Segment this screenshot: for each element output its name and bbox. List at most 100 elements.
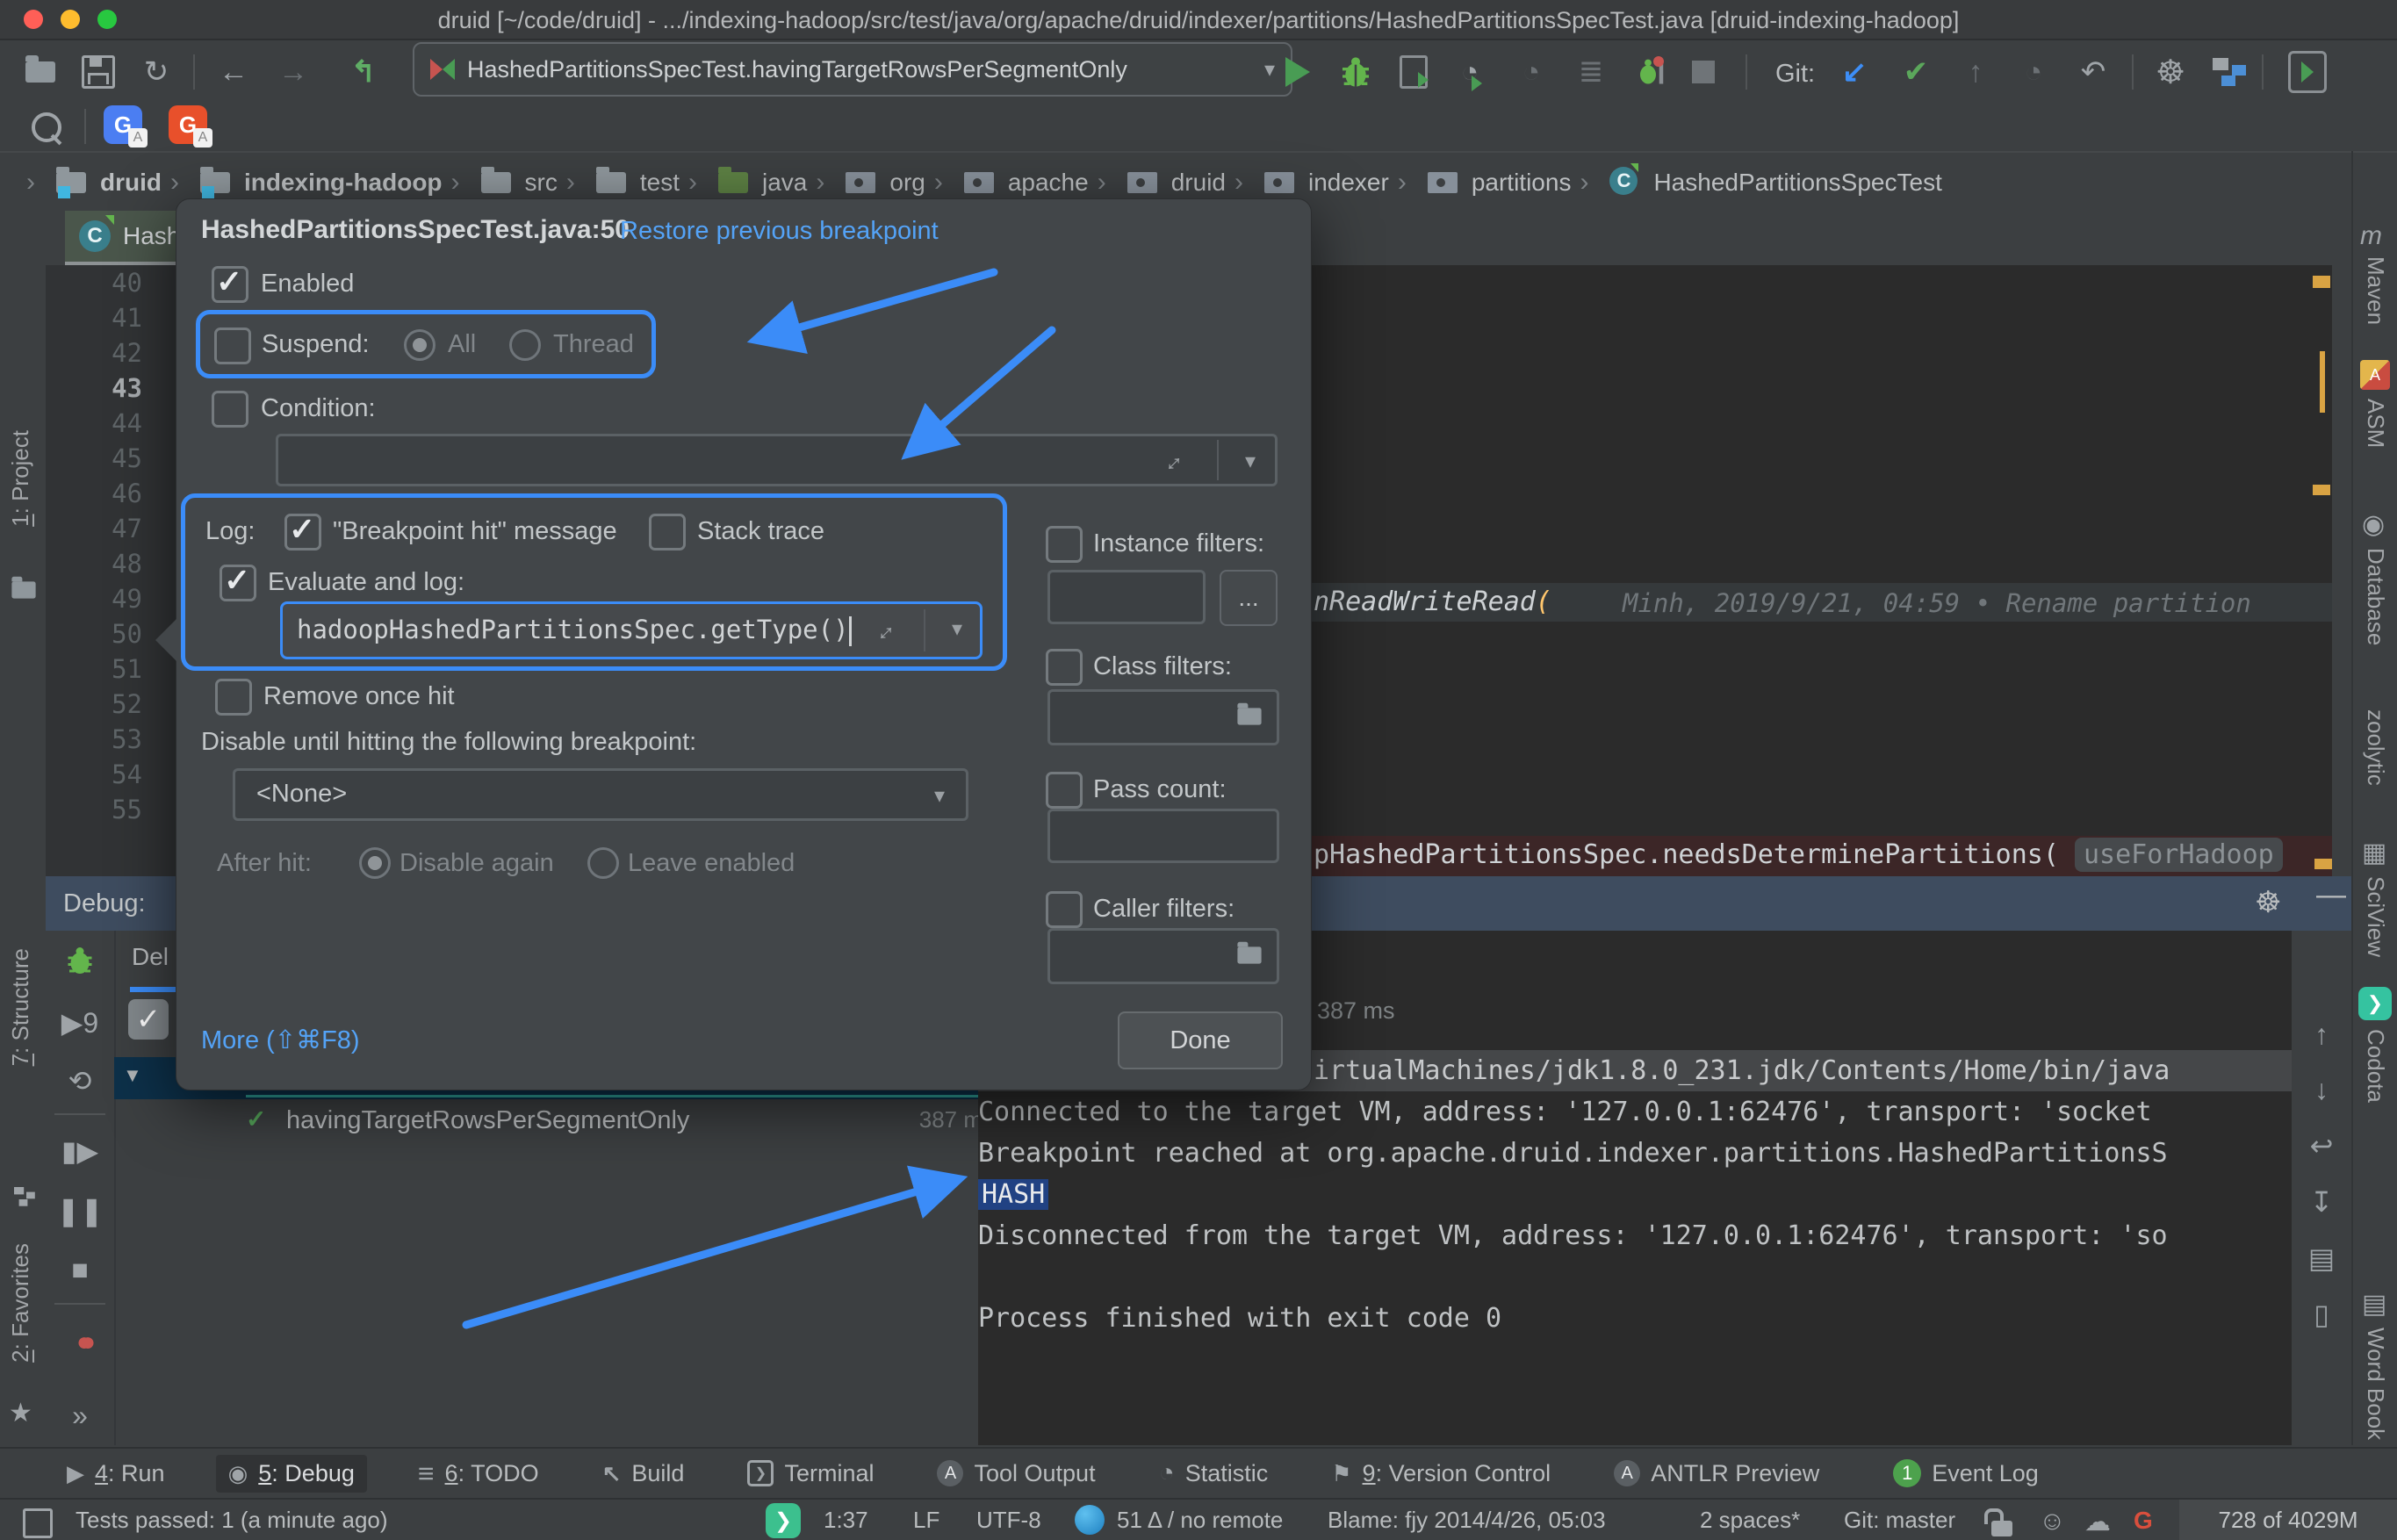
history-icon[interactable]: ◔ xyxy=(2014,53,2053,91)
sidebar-item-database[interactable]: Database xyxy=(2362,548,2389,650)
sidebar-item-asm[interactable]: ASM xyxy=(2362,399,2389,452)
terminal-window-icon[interactable] xyxy=(2288,53,2327,91)
open-icon[interactable] xyxy=(21,53,60,91)
save-icon[interactable] xyxy=(79,53,118,91)
folder-icon[interactable] xyxy=(1234,706,1264,731)
sidebar-item-structure[interactable]: 7: Structure xyxy=(7,948,34,1070)
line-number[interactable]: 42 xyxy=(46,335,142,371)
stop-button[interactable] xyxy=(1684,53,1723,91)
toolwindow-button[interactable]: 5: Debug xyxy=(216,1455,367,1493)
step-over-icon[interactable]: ▮▶ xyxy=(46,1134,114,1168)
line-number[interactable]: 43 xyxy=(46,371,142,406)
globe-icon[interactable] xyxy=(1075,1505,1105,1535)
class-filters-input[interactable] xyxy=(1047,689,1279,745)
breadcrumb-item[interactable]: org xyxy=(816,168,925,198)
sidebar-item-codota[interactable]: Codota xyxy=(2362,1029,2389,1107)
forward-icon[interactable]: → xyxy=(274,53,313,91)
soft-wrap-icon[interactable]: ↩ xyxy=(2310,1129,2334,1162)
line-number[interactable]: 55 xyxy=(46,792,142,827)
log-expression-input[interactable]: hadoopHashedPartitionsSpec.getType() ↔ ▾ xyxy=(280,601,983,659)
line-number[interactable]: 45 xyxy=(46,441,142,476)
status-message[interactable]: Tests passed: 1 (a minute ago) xyxy=(76,1507,388,1534)
run-with-coverage-button[interactable] xyxy=(1394,53,1433,91)
caret-position[interactable]: 1:37 xyxy=(824,1507,868,1534)
line-number[interactable]: 50 xyxy=(46,616,142,651)
class-filters-checkbox[interactable] xyxy=(1046,649,1083,686)
more-actions-icon[interactable]: » xyxy=(46,1400,114,1432)
resume-program-icon[interactable]: ▶9 xyxy=(46,1006,114,1040)
line-number[interactable]: 53 xyxy=(46,722,142,757)
line-number[interactable]: 52 xyxy=(46,687,142,722)
gear-icon[interactable]: ☸ xyxy=(2255,885,2281,920)
line-number[interactable]: 51 xyxy=(46,651,142,687)
toolwindow-toggle-icon[interactable] xyxy=(23,1508,53,1538)
remove-once-hit-checkbox[interactable] xyxy=(215,679,252,716)
expand-icon[interactable]: ↔ xyxy=(865,612,902,649)
expand-icon[interactable]: ↔ xyxy=(1153,443,1190,479)
line-number[interactable]: 44 xyxy=(46,406,142,441)
vcs-changes[interactable]: 51 Δ / no remote xyxy=(1117,1507,1283,1534)
translate-orange-icon[interactable]: G xyxy=(169,105,207,144)
more-link[interactable]: More (⇧⌘F8) xyxy=(201,1025,360,1055)
line-number[interactable]: 49 xyxy=(46,581,142,616)
git-blame-status[interactable]: Blame: fjy 2014/4/26, 05:03 xyxy=(1328,1507,1606,1534)
stack-trace-checkbox[interactable] xyxy=(649,514,686,551)
breadcrumb-item[interactable]: src xyxy=(451,168,558,198)
breadcrumb-item[interactable]: indexing-hadoop xyxy=(170,168,443,198)
breadcrumb-item[interactable]: apache xyxy=(934,168,1089,198)
condition-input[interactable]: ↔ ▾ xyxy=(276,434,1278,486)
show-passed-toggle[interactable]: ✓ xyxy=(128,999,169,1040)
debug-console[interactable]: irtualMachines/jdk1.8.0_231.jdk/Contents… xyxy=(978,1050,2292,1445)
clear-console-icon[interactable]: ▯ xyxy=(2314,1298,2329,1331)
sidebar-item-sciview[interactable]: SciView xyxy=(2362,876,2389,961)
indent-setting[interactable]: 2 spaces* xyxy=(1700,1507,1800,1534)
toolwindow-button[interactable]: 4: Run xyxy=(54,1455,177,1493)
suspend-all-radio[interactable] xyxy=(404,329,435,361)
git-branch[interactable]: Git: master xyxy=(1844,1507,1955,1534)
search-icon[interactable] xyxy=(32,112,61,142)
restore-breakpoint-link[interactable]: Restore previous breakpoint xyxy=(620,217,939,246)
evaluate-and-log-checkbox[interactable] xyxy=(220,565,256,601)
translate-blue-icon[interactable]: G xyxy=(104,105,142,144)
run-configuration-select[interactable]: HashedPartitionsSpecTest.havingTargetRow… xyxy=(413,42,1292,97)
line-number[interactable]: 41 xyxy=(46,300,142,335)
git-push-icon[interactable]: ↑ xyxy=(1956,53,1995,91)
rerun-failed-tests-icon[interactable]: ⟲ xyxy=(46,1064,114,1097)
git-update-icon[interactable]: ↙ xyxy=(1835,53,1874,91)
scroll-up-icon[interactable]: ↑ xyxy=(2314,1018,2329,1051)
done-button[interactable]: Done xyxy=(1118,1011,1283,1069)
toolwindow-button[interactable]: 6: TODO xyxy=(406,1452,551,1495)
suspend-checkbox[interactable] xyxy=(214,327,251,364)
lock-icon[interactable] xyxy=(1991,1510,2012,1537)
toolwindow-button[interactable]: Terminal xyxy=(735,1455,886,1493)
plugin-terminal-icon[interactable]: ❯ xyxy=(766,1503,801,1538)
breadcrumb-item[interactable]: druid xyxy=(26,168,162,198)
sidebar-item-maven[interactable]: Maven xyxy=(2362,256,2389,329)
print-icon[interactable]: ▤ xyxy=(2308,1241,2335,1275)
line-separator[interactable]: LF xyxy=(913,1507,939,1534)
line-number[interactable]: 54 xyxy=(46,757,142,792)
toolwindow-button[interactable]: ANTLR Preview xyxy=(1602,1455,1832,1493)
toolwindow-button[interactable]: Tool Output xyxy=(925,1455,1107,1493)
pass-count-checkbox[interactable] xyxy=(1046,772,1083,809)
file-encoding[interactable]: UTF-8 xyxy=(976,1507,1041,1534)
pass-count-input[interactable] xyxy=(1047,809,1279,863)
hide-panel-icon[interactable]: — xyxy=(2316,878,2346,912)
expand-arrow-icon[interactable]: ▼ xyxy=(123,1064,142,1087)
debug-button[interactable] xyxy=(1336,53,1375,91)
google-icon[interactable]: G xyxy=(2134,1507,2153,1535)
breadcrumb-item[interactable]: HashedPartitionsSpecTest xyxy=(1580,168,1941,198)
pause-icon[interactable]: ❚❚ xyxy=(46,1194,114,1227)
instance-filters-browse-button[interactable]: ... xyxy=(1220,570,1278,626)
scroll-to-end-icon[interactable]: ↧ xyxy=(2310,1185,2334,1219)
highlighting-level-icon[interactable]: ☺ xyxy=(2039,1507,2066,1536)
test-tree-row[interactable]: ✓ havingTargetRowsPerSegmentOnly 387 ms xyxy=(114,1099,1024,1141)
sidebar-item-project[interactable]: 1: Project xyxy=(7,430,34,531)
toolwindow-button[interactable]: 1 Event Log xyxy=(1870,1454,2051,1493)
condition-checkbox[interactable] xyxy=(212,391,248,428)
disable-again-radio[interactable] xyxy=(359,847,391,879)
chevron-down-icon[interactable]: ▾ xyxy=(1245,449,1256,474)
profiler-2-button[interactable]: ◔ xyxy=(1512,53,1551,91)
recent-locations-icon[interactable]: ↰ xyxy=(344,53,383,91)
suspend-thread-radio[interactable] xyxy=(509,329,541,361)
